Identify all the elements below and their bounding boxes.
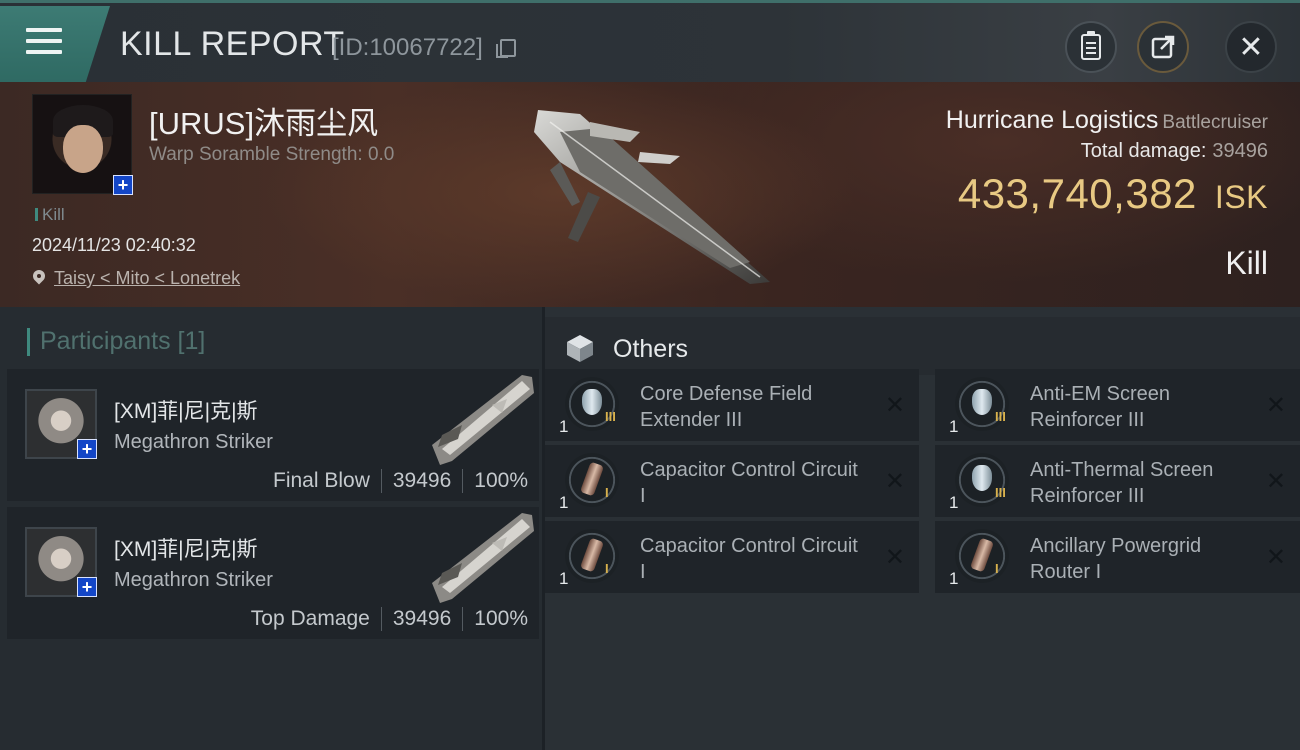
victim-summary: + [URUS]沐雨尘风 Warp Soramble Strength: 0.0… — [0, 82, 1300, 307]
module-name: Core Defense Field Extender III — [640, 383, 813, 431]
module-item[interactable]: I 1 Capacitor Control Circuit I ✕ — [545, 521, 919, 593]
module-item[interactable]: III 1 Anti-EM Screen Reinforcer III ✕ — [935, 369, 1300, 441]
participant-ship-image — [432, 513, 534, 603]
clipboard-icon — [1081, 31, 1101, 60]
participant-avatar[interactable]: + — [25, 527, 97, 597]
menu-button[interactable] — [0, 6, 110, 82]
warp-scramble-strength: Warp Soramble Strength: 0.0 — [149, 144, 395, 165]
participant-stats: Top Damage 39496 100% — [251, 607, 528, 631]
participant-ship-image — [432, 375, 534, 465]
destroyed-x-icon: ✕ — [884, 392, 905, 419]
module-quantity: 1 — [559, 417, 569, 436]
add-contact-icon[interactable]: + — [77, 439, 97, 459]
module-item[interactable]: I 1 Capacitor Control Circuit I ✕ — [545, 445, 919, 517]
participant-name: [XM]菲|尼|克|斯 — [114, 538, 258, 561]
module-quantity: 1 — [559, 569, 569, 588]
participants-panel: Participants [1] + [XM]菲|尼|克|斯 Megathron… — [0, 307, 542, 750]
module-item[interactable]: III 1 Core Defense Field Extender III ✕ — [545, 369, 919, 441]
hamburger-menu-icon — [26, 28, 62, 58]
module-quantity: 1 — [949, 569, 959, 588]
result-label: Kill — [1225, 245, 1268, 281]
participant-role: Final Blow — [273, 469, 370, 492]
participant-name: [XM]菲|尼|克|斯 — [114, 400, 258, 423]
participant-row[interactable]: + [XM]菲|尼|克|斯 Megathron Striker Top Dama… — [7, 507, 539, 639]
kill-tag: Kill — [35, 205, 65, 225]
module-name: Anti-Thermal Screen Reinforcer III — [1030, 459, 1214, 507]
victim-ship-name: Hurricane Logistics Battlecruiser — [945, 106, 1268, 134]
destroyed-x-icon: ✕ — [1265, 468, 1286, 495]
participant-avatar[interactable]: + — [25, 389, 97, 459]
participant-damage: 39496 — [392, 469, 452, 492]
module-item[interactable]: III 1 Anti-Thermal Screen Reinforcer III… — [935, 445, 1300, 517]
participant-row[interactable]: + [XM]菲|尼|克|斯 Megathron Striker Final Bl… — [7, 369, 539, 501]
share-icon — [1151, 35, 1175, 59]
participant-percent: 100% — [474, 607, 528, 630]
victim-ship-image — [534, 110, 770, 284]
module-name: Capacitor Control Circuit I — [640, 459, 858, 507]
destroyed-x-icon: ✕ — [1265, 392, 1286, 419]
cube-icon — [567, 335, 593, 362]
share-button[interactable] — [1137, 21, 1189, 73]
page-title: KILL REPORT — [120, 25, 345, 63]
close-button[interactable]: ✕ — [1225, 21, 1277, 73]
module-item[interactable]: I 1 Ancillary Powergrid Router I ✕ — [935, 521, 1300, 593]
isk-value: 433,740,382 ISK — [957, 170, 1268, 217]
report-id: [ID:10067722] — [332, 34, 483, 61]
destroyed-x-icon: ✕ — [1265, 544, 1286, 571]
participants-header: Participants [1] — [27, 327, 205, 356]
copy-icon[interactable] — [496, 39, 516, 58]
participant-stats: Final Blow 39496 100% — [273, 469, 528, 493]
participant-damage: 39496 — [392, 607, 452, 630]
location-pin-icon — [32, 270, 46, 288]
total-damage: Total damage: 39496 — [1080, 140, 1268, 162]
participant-percent: 100% — [474, 469, 528, 492]
module-quantity: 1 — [559, 493, 569, 512]
header-bar: KILL REPORT [ID:10067722] ✕ — [0, 0, 1300, 82]
capacitor-module-icon — [565, 453, 619, 507]
destroyed-x-icon: ✕ — [884, 468, 905, 495]
participant-ship: Megathron Striker — [114, 431, 273, 453]
module-name: Anti-EM Screen Reinforcer III — [1030, 383, 1171, 431]
others-panel: Others III 1 Core Defense Field Extender… — [545, 307, 1300, 750]
participant-ship: Megathron Striker — [114, 569, 273, 591]
module-quantity: 1 — [949, 493, 959, 512]
kill-location-link[interactable]: Taisy < Mito < Lonetrek — [32, 268, 240, 289]
capacitor-module-icon — [955, 529, 1009, 583]
module-name: Capacitor Control Circuit I — [640, 535, 858, 583]
module-quantity: 1 — [949, 417, 959, 436]
capacitor-module-icon — [565, 529, 619, 583]
add-contact-icon[interactable]: + — [113, 175, 133, 195]
victim-avatar[interactable]: + — [32, 94, 133, 195]
module-name: Ancillary Powergrid Router I — [1030, 535, 1202, 583]
kill-datetime: 2024/11/23 02:40:32 — [32, 235, 196, 255]
victim-pilot-name[interactable]: [URUS]沐雨尘风 — [149, 98, 378, 143]
participant-role: Top Damage — [250, 607, 370, 630]
add-contact-icon[interactable]: + — [77, 577, 97, 597]
clipboard-button[interactable] — [1065, 21, 1117, 73]
others-header: Others — [545, 317, 1300, 375]
close-icon: ✕ — [1238, 30, 1264, 64]
destroyed-x-icon: ✕ — [884, 544, 905, 571]
